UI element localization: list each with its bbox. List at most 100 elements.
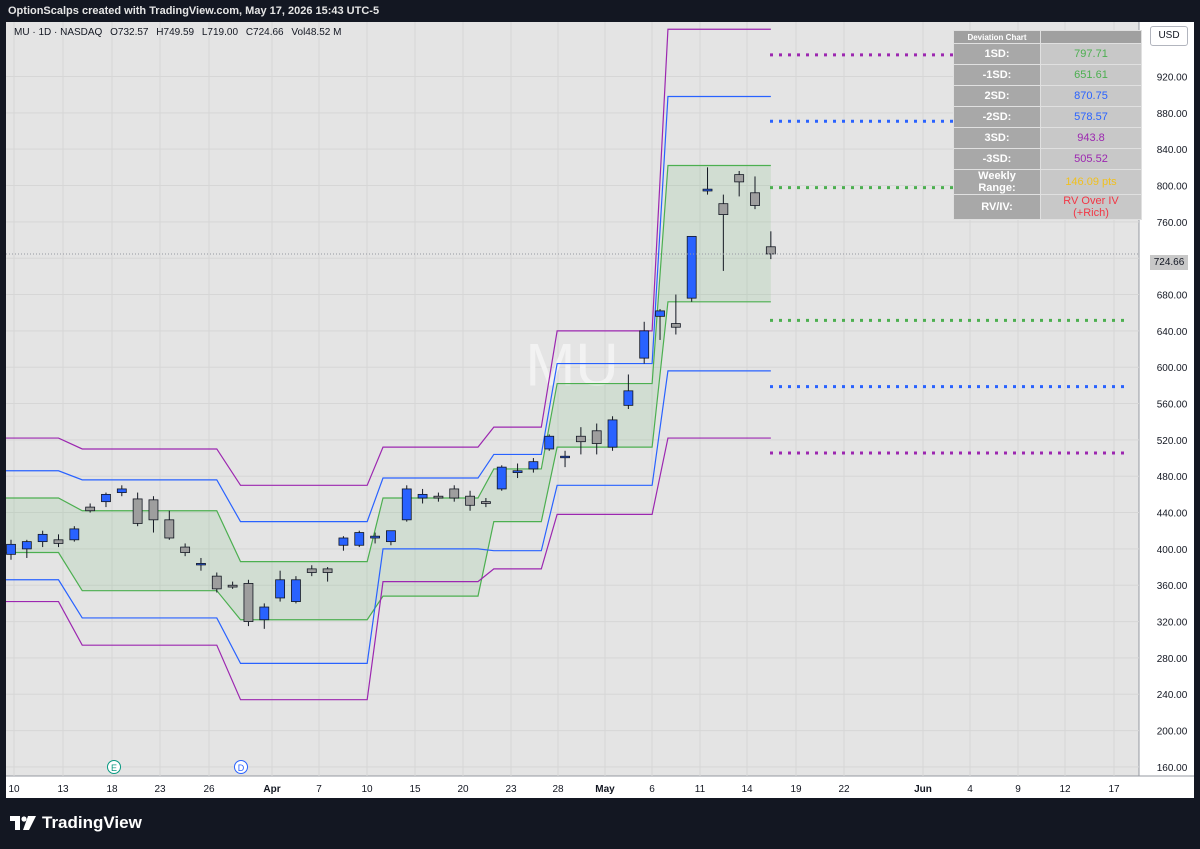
y-tick-label: 920.00 [1157, 73, 1188, 84]
x-tick-label: 14 [741, 784, 753, 795]
candle-body [639, 330, 650, 359]
low-value: L719.00 [201, 27, 239, 38]
deviation-row: RV/IV: RV Over IV (+Rich) [953, 194, 1142, 220]
candle-body [164, 519, 175, 539]
x-tick-label: 9 [1015, 784, 1021, 795]
y-tick-label: 360.00 [1157, 581, 1188, 592]
candle-body [750, 192, 760, 206]
x-tick-label: 15 [409, 784, 421, 795]
candle-body [211, 575, 222, 590]
candle-body [401, 488, 412, 521]
y-tick-label: 480.00 [1157, 472, 1188, 483]
deviation-row: -1SD: 651.61 [953, 64, 1142, 86]
candle-body [275, 579, 286, 599]
symbol-info-bar: MU · 1D · NASDAQ O732.57 H749.59 L719.00… [14, 27, 346, 38]
candle-body [417, 493, 428, 499]
deviation-table-header-spacer [1040, 30, 1142, 44]
deviation-row: 3SD: 943.8 [953, 127, 1142, 149]
candle-body [544, 435, 555, 450]
candle-body [528, 461, 539, 470]
x-tick-label: 11 [695, 784, 706, 795]
candle-body [21, 541, 32, 550]
candle-body [196, 563, 206, 566]
x-tick-label: 23 [505, 784, 517, 795]
x-tick-label: 22 [838, 784, 850, 795]
candle-body [433, 495, 444, 499]
candle-body [291, 579, 301, 602]
candle-body [386, 530, 396, 543]
deviation-row-label: RV/IV: [953, 194, 1041, 220]
y-tick-label: 400.00 [1157, 545, 1188, 556]
candle-body [623, 390, 634, 406]
high-value: H749.59 [156, 27, 195, 38]
candle-body [734, 174, 745, 183]
candle-body [702, 188, 713, 192]
candle-body [465, 495, 475, 506]
y-tick-label: 880.00 [1157, 109, 1188, 120]
x-tick-label: 10 [361, 784, 373, 795]
x-tick-label: 17 [1108, 784, 1120, 795]
volume-value: Vol48.52 M [291, 27, 342, 38]
candle-body [718, 203, 729, 215]
y-tick-label: 160.00 [1157, 763, 1188, 774]
candle-body [607, 419, 618, 448]
deviation-row: -2SD: 578.57 [953, 106, 1142, 128]
x-tick-label: Apr [263, 784, 280, 795]
symbol-label[interactable]: MU · 1D · NASDAQ [14, 27, 102, 38]
candle-body [53, 539, 64, 544]
candle-body [370, 535, 380, 539]
y-tick-label: 680.00 [1157, 291, 1188, 302]
event-marker-label: D [238, 763, 245, 773]
deviation-row-label: 2SD: [953, 85, 1041, 107]
deviation-row-value: RV Over IV (+Rich) [1040, 194, 1142, 220]
candle-body [148, 499, 159, 521]
deviation-row-value: 578.57 [1040, 106, 1142, 128]
y-tick-label: 640.00 [1157, 327, 1188, 338]
candle-body [480, 501, 491, 504]
deviation-row: -3SD: 505.52 [953, 148, 1142, 170]
x-tick-label: 18 [106, 784, 118, 795]
x-tick-label: May [595, 784, 615, 795]
y-tick-label: 560.00 [1157, 400, 1188, 411]
candle-body [306, 568, 317, 573]
y-tick-label: 240.00 [1157, 690, 1188, 701]
tradingview-brand: TradingView [42, 813, 142, 832]
deviation-row: 2SD: 870.75 [953, 85, 1142, 107]
x-tick-label: 6 [649, 784, 655, 795]
header-title: OptionScalps created with TradingView.co… [8, 5, 380, 17]
deviation-row: 1SD: 797.71 [953, 43, 1142, 65]
top-bar: OptionScalps created with TradingView.co… [0, 0, 1200, 22]
candle-body [132, 498, 143, 524]
candle-body [37, 533, 48, 543]
x-tick-label: 20 [457, 784, 469, 795]
candle-body [338, 537, 349, 546]
tradingview-logo[interactable]: TradingView [10, 813, 142, 833]
y-tick-label: 600.00 [1157, 363, 1188, 374]
y-tick-label: 320.00 [1157, 618, 1188, 629]
deviation-rows: 1SD: 797.71 -1SD: 651.61 2SD: 870.75 -2SD: 578.… [953, 43, 1142, 220]
currency-button[interactable]: USD [1150, 26, 1188, 46]
deviation-table: Deviation Chart 1SD: 797.71 -1SD: 651.61 2SD… [953, 30, 1142, 220]
candle-body [512, 470, 523, 473]
candle-body [116, 488, 127, 493]
candle-body [670, 323, 681, 328]
candle-body [259, 606, 270, 621]
deviation-row-label: -1SD: [953, 64, 1041, 86]
deviation-row-value: 651.61 [1040, 64, 1142, 86]
deviation-row-label: 1SD: [953, 43, 1041, 65]
candle-body [322, 568, 333, 573]
candle-body [449, 488, 460, 499]
y-tick-label: 800.00 [1157, 182, 1188, 193]
y-tick-label: 840.00 [1157, 145, 1188, 156]
y-tick-label: 200.00 [1157, 727, 1188, 738]
last-price-label: 724.66 [1150, 255, 1188, 270]
x-tick-label: 26 [203, 784, 215, 795]
candle-body [591, 430, 602, 444]
deviation-row-value: 943.8 [1040, 127, 1142, 149]
candle-body [6, 543, 16, 555]
event-marker-label: E [111, 763, 117, 773]
candle-body [227, 584, 238, 588]
candle-body [560, 455, 570, 459]
x-tick-label: 10 [8, 784, 20, 795]
candle-body [243, 583, 254, 622]
